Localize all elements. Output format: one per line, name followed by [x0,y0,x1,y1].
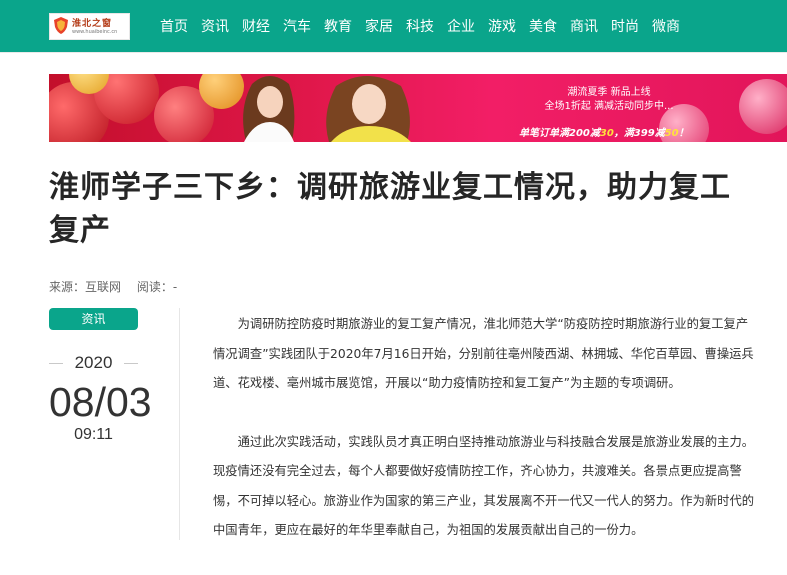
model-photo [326,76,411,142]
article-body: 为调研防控防疫时期旅游业的复工复产情况，淮北师范大学“防疫防控时期旅游行业的复工… [213,310,760,575]
date-time: 09:11 [74,426,113,443]
model-photo [243,76,295,142]
article-source: 来源：互联网 [49,280,122,294]
nav-item[interactable]: 财经 [242,16,270,36]
ad-banner[interactable]: 潮流夏季 新品上线 全场1折起 满减活动同步中... 单笔订单满200减30，满… [49,74,787,142]
balloon-decoration [739,79,787,134]
category-tag[interactable]: 资讯 [49,308,138,330]
date-dash-right [124,363,138,364]
main-nav: 首页 资讯 财经 汽车 教育 家居 科技 企业 游戏 美食 商讯 时尚 微商 [160,0,680,52]
nav-item[interactable]: 家居 [365,16,393,36]
header-divider [0,52,787,53]
nav-item[interactable]: 首页 [160,16,188,36]
nav-item[interactable]: 商讯 [570,16,598,36]
logo-text: 淮北之窗 [72,19,113,29]
site-logo[interactable]: 淮北之窗 www.huaibeinc.cn [49,13,130,40]
article-paragraph: 通过此次实践活动，实践队员才真正明白坚持推动旅游业与科技融合发展是旅游业发展的主… [213,434,755,538]
nav-item[interactable]: 科技 [406,16,434,36]
article-title: 淮师学子三下乡：调研旅游业复工情况，助力复工复产 [49,170,731,248]
article-meta: 来源：互联网 阅读：- [49,278,177,295]
column-divider [179,308,180,540]
nav-item[interactable]: 时尚 [611,16,639,36]
nav-item[interactable]: 美食 [529,16,557,36]
banner-line-2: 全场1折起 满减活动同步中... [544,101,674,112]
banner-line-1: 潮流夏季 新品上线 [567,87,651,98]
top-navbar: 淮北之窗 www.huaibeinc.cn 首页 资讯 财经 汽车 教育 家居 科技 企业 游戏… [0,0,787,52]
date-month-day: 08/03 [49,379,152,425]
nav-item[interactable]: 企业 [447,16,475,36]
date-year-block: 2020 [49,353,138,375]
nav-item[interactable]: 资讯 [201,16,229,36]
nav-item[interactable]: 微商 [652,16,680,36]
shield-icon [54,17,68,34]
logo-url: www.huaibeinc.cn [72,29,118,35]
nav-item[interactable]: 游戏 [488,16,516,36]
nav-item[interactable]: 汽车 [283,16,311,36]
nav-item[interactable]: 教育 [324,16,352,36]
article-reads: 阅读：- [136,280,178,294]
banner-promo: 单笔订单满200减30，满399减50！ [519,128,689,139]
article-paragraph: 为调研防控防疫时期旅游业的复工复产情况，淮北师范大学“防疫防控时期旅游行业的复工… [213,317,754,390]
